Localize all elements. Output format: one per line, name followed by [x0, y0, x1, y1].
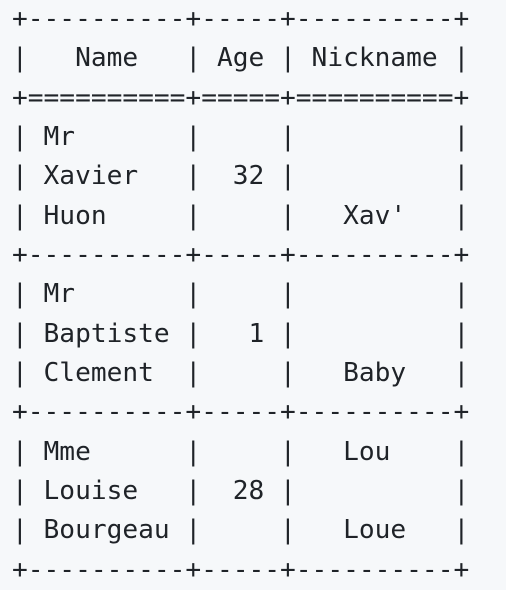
table-row-line: | Xavier | 32 | |	[12, 161, 470, 192]
table-row-line: | Louise | 28 | |	[12, 475, 470, 506]
table-row-separator: +----------+-----+----------+	[12, 239, 470, 270]
table-header-row: | Name | Age | Nickname |	[12, 43, 470, 74]
table-header-separator: +==========+=====+==========+	[12, 82, 470, 113]
table-row-separator: +----------+-----+----------+	[12, 397, 470, 428]
ascii-table-code-block: +----------+-----+----------+ | Name | Ag…	[12, 0, 469, 590]
table-row-line: | Mme | | Lou |	[12, 436, 470, 467]
table-row-line: | Bourgeau | | Loue |	[12, 515, 470, 546]
table-border-top: +----------+-----+----------+	[12, 4, 470, 34]
table-row-line: | Mr | | |	[12, 279, 470, 310]
table-row-line: | Huon | | Xav' |	[12, 200, 470, 231]
table-row-line: | Mr | | |	[12, 121, 470, 152]
table-row-line: | Baptiste | 1 | |	[12, 318, 470, 349]
table-border-bottom: +----------+-----+----------+	[12, 554, 470, 585]
table-row-line: | Clement | | Baby |	[12, 357, 470, 388]
